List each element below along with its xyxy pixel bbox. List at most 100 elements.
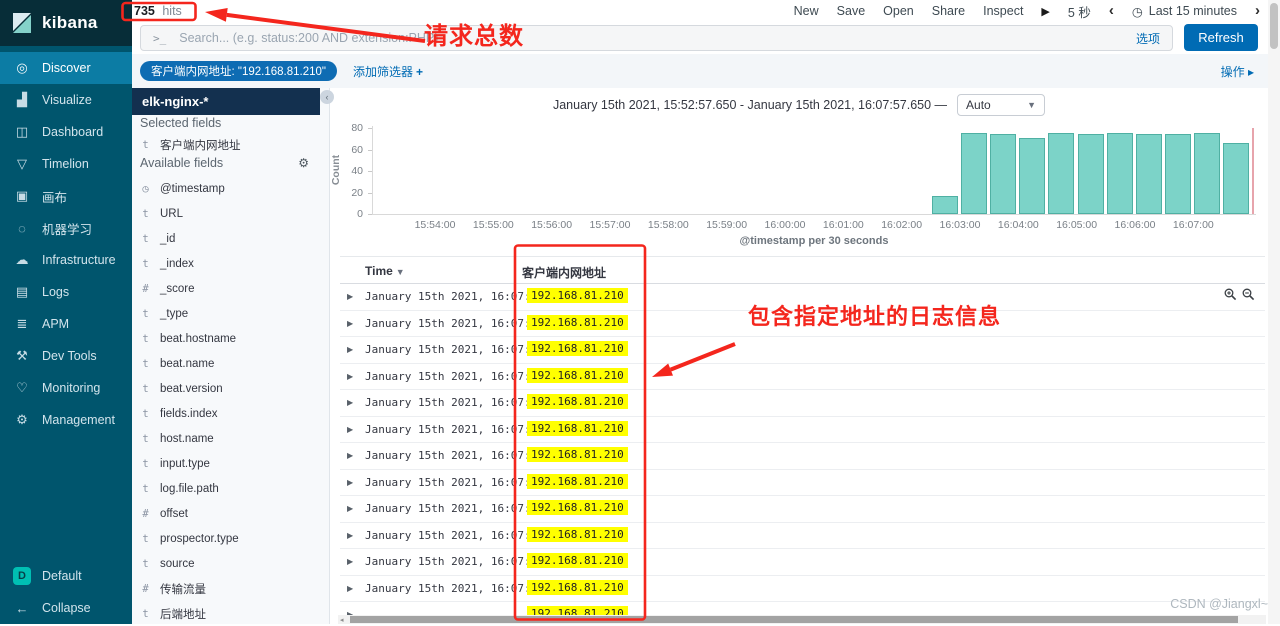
kibana-logo[interactable]: kibana xyxy=(0,0,132,46)
field-item[interactable]: thost.name xyxy=(132,426,329,451)
time-back-icon[interactable]: ‹ xyxy=(1109,6,1114,16)
sidebar-item-dashboard[interactable]: ◫Dashboard xyxy=(0,116,132,148)
expand-row-icon[interactable]: ▶ xyxy=(347,478,353,487)
field-item[interactable]: tURL xyxy=(132,201,329,226)
sidebar-item-gear[interactable]: ⚙Management xyxy=(0,404,132,436)
histogram-bar[interactable] xyxy=(1136,134,1162,214)
field-item[interactable]: tbeat.name xyxy=(132,351,329,376)
histogram-bar[interactable] xyxy=(1078,134,1104,214)
horizontal-scrollbar[interactable]: ◂ xyxy=(338,615,1266,624)
histogram-bar[interactable] xyxy=(1223,143,1249,214)
field-item[interactable]: tsource xyxy=(132,551,329,576)
field-item[interactable]: tinput.type xyxy=(132,451,329,476)
field-item[interactable]: t后端地址 xyxy=(132,601,329,626)
sidebar-item-compass[interactable]: ◎Discover xyxy=(0,52,132,84)
scroll-left-icon[interactable]: ◂ xyxy=(340,616,344,624)
sidebar-item-bar-chart[interactable]: ▟Visualize xyxy=(0,84,132,116)
collapse-fields-panel-icon[interactable]: ‹ xyxy=(320,90,334,104)
field-item[interactable]: t_id xyxy=(132,226,329,251)
histogram-bar[interactable] xyxy=(1019,138,1045,214)
column-header-time[interactable]: Time▼ xyxy=(365,264,405,278)
field-settings-gear-icon[interactable]: ⚙ xyxy=(298,156,309,170)
table-row: ▶January 15th 2021, 16:07:55.331192.168.… xyxy=(340,390,1265,417)
time-range-picker[interactable]: ◷ Last 15 minutes xyxy=(1132,4,1237,19)
histogram-bar[interactable] xyxy=(1194,133,1220,214)
menu-new[interactable]: New xyxy=(794,4,819,18)
expand-row-icon[interactable]: ▶ xyxy=(347,292,353,301)
field-item[interactable]: #传输流量 xyxy=(132,576,329,601)
field-item[interactable]: t客户端内网地址 xyxy=(132,132,329,157)
histogram-bar[interactable] xyxy=(1107,133,1133,214)
clock-icon: ◷ xyxy=(1132,4,1143,19)
field-item[interactable]: tfields.index xyxy=(132,401,329,426)
time-header-label: Time xyxy=(365,264,393,278)
expand-row-icon[interactable]: ▶ xyxy=(347,504,353,513)
vertical-scrollbar-thumb[interactable] xyxy=(1270,3,1278,49)
sidebar-item-logs[interactable]: ▤Logs xyxy=(0,276,132,308)
table-row: ▶January 15th 2021, 16:07:56.332192.168.… xyxy=(340,337,1265,364)
field-item[interactable]: #_score xyxy=(132,276,329,301)
field-item[interactable]: tlog.file.path xyxy=(132,476,329,501)
interval-select[interactable]: Auto ▼ xyxy=(957,94,1045,116)
play-icon[interactable]: ▶ xyxy=(1041,5,1049,18)
expand-row-icon[interactable]: ▶ xyxy=(347,319,353,328)
histogram-bar[interactable] xyxy=(990,134,1016,214)
sidebar-item-monitoring[interactable]: ♡Monitoring xyxy=(0,372,132,404)
search-input[interactable] xyxy=(177,30,1126,46)
x-tick-label: 16:02:00 xyxy=(881,219,922,231)
horizontal-scrollbar-thumb[interactable] xyxy=(350,616,1238,623)
search-box[interactable]: >_ 选项 xyxy=(140,25,1173,51)
expand-row-icon[interactable]: ▶ xyxy=(347,531,353,540)
expand-row-icon[interactable]: ▶ xyxy=(347,398,353,407)
sidebar-item-machine-learning[interactable]: ◌机器学习 xyxy=(0,212,132,244)
expand-row-icon[interactable]: ▶ xyxy=(347,372,353,381)
filter-actions-link[interactable]: 操作 ▸ xyxy=(1221,63,1254,80)
add-filter-button[interactable]: 添加筛选器+ xyxy=(353,63,423,80)
query-options-link[interactable]: 选项 xyxy=(1136,30,1160,47)
index-pattern-selector[interactable]: elk-nginx-* xyxy=(132,88,320,115)
field-item[interactable]: tprospector.type xyxy=(132,526,329,551)
histogram-bar[interactable] xyxy=(1165,134,1191,214)
expand-row-icon[interactable]: ▶ xyxy=(347,345,353,354)
vertical-scrollbar[interactable] xyxy=(1268,0,1280,624)
histogram-bar[interactable] xyxy=(932,196,958,214)
table-row: ▶January 15th 2021, 16:07:56.332192.168.… xyxy=(340,311,1265,338)
refresh-interval-label[interactable]: 5 秒 xyxy=(1068,2,1091,21)
expand-row-icon[interactable]: ▶ xyxy=(347,451,353,460)
field-item[interactable]: tbeat.version xyxy=(132,376,329,401)
menu-save[interactable]: Save xyxy=(837,4,866,18)
histogram-bar[interactable] xyxy=(961,133,987,214)
sidebar-collapse[interactable]: ← Collapse xyxy=(0,592,132,624)
zoom-out-icon[interactable] xyxy=(1242,288,1255,301)
expand-row-icon[interactable]: ▶ xyxy=(347,425,353,434)
field-item[interactable]: t_type xyxy=(132,301,329,326)
menu-open[interactable]: Open xyxy=(883,4,914,18)
sidebar-item-infrastructure[interactable]: ☁Infrastructure xyxy=(0,244,132,276)
sidebar-item-label: Infrastructure xyxy=(42,253,116,267)
collapse-label: Collapse xyxy=(42,601,91,615)
histogram-bar[interactable] xyxy=(1048,133,1074,214)
cell-ip-highlighted: 192.168.81.210 xyxy=(527,421,628,436)
sidebar-item-apm[interactable]: ≣APM xyxy=(0,308,132,340)
field-item[interactable]: ◷@timestamp xyxy=(132,176,329,201)
menu-share[interactable]: Share xyxy=(932,4,965,18)
y-axis-line xyxy=(372,126,373,215)
column-header-field[interactable]: 客户端内网地址 xyxy=(522,264,606,281)
filter-pill[interactable]: 客户端内网地址: "192.168.81.210" xyxy=(140,61,337,81)
time-forward-icon[interactable]: › xyxy=(1255,6,1260,16)
menu-inspect[interactable]: Inspect xyxy=(983,4,1023,18)
expand-row-icon[interactable]: ▶ xyxy=(347,557,353,566)
field-item[interactable]: tbeat.hostname xyxy=(132,326,329,351)
sidebar-item-default-space[interactable]: D Default xyxy=(0,560,132,592)
field-name: prospector.type xyxy=(160,533,239,545)
expand-row-icon[interactable]: ▶ xyxy=(347,584,353,593)
sidebar-item-wrench[interactable]: ⚒Dev Tools xyxy=(0,340,132,372)
sidebar-item-timelion[interactable]: ▽Timelion xyxy=(0,148,132,180)
zoom-in-icon[interactable] xyxy=(1224,288,1237,301)
field-item[interactable]: t_index xyxy=(132,251,329,276)
y-tick-label: 60 xyxy=(330,144,363,156)
field-item[interactable]: #offset xyxy=(132,501,329,526)
sidebar-item-canvas[interactable]: ▣画布 xyxy=(0,180,132,212)
documents-table: Time▼ 客户端内网地址 ▶January 15th 2021, 16:07:… xyxy=(340,256,1265,616)
refresh-button[interactable]: Refresh xyxy=(1184,24,1258,51)
